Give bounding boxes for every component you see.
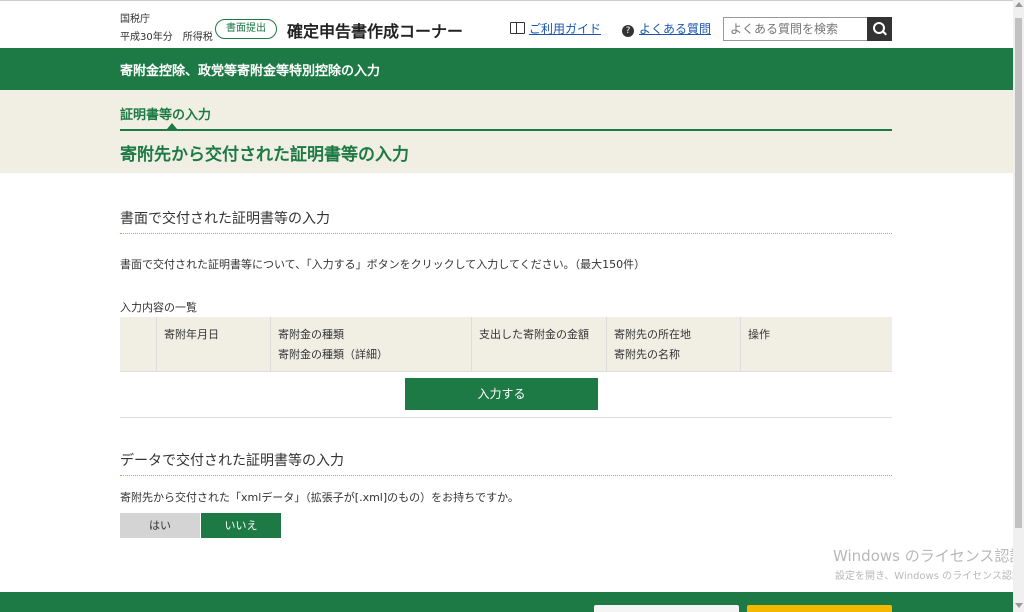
section-separator	[120, 417, 892, 418]
step-underline	[120, 129, 892, 131]
table-header-recipient: 寄附先の所在地 寄附先の名称	[606, 317, 740, 371]
footer-back-button[interactable]	[594, 605, 739, 612]
scroll-up-icon[interactable]	[1015, 2, 1023, 7]
table-header-ops: 操作	[740, 317, 892, 371]
step-label: 証明書等の入力	[120, 108, 212, 123]
guide-link[interactable]: ご利用ガイド	[510, 20, 601, 37]
book-icon	[510, 22, 525, 34]
section-banner-title: 寄附金控除、政党等寄附金等特別控除の入力	[120, 64, 381, 79]
top-header: 国税庁 平成30年分 所得税 書面提出 確定申告書作成コーナー ご利用ガイド ?…	[0, 0, 1013, 49]
section-divider	[120, 475, 892, 476]
guide-link-label: ご利用ガイド	[529, 22, 602, 36]
section-divider	[120, 233, 892, 234]
scroll-thumb[interactable]	[1015, 18, 1022, 528]
xml-data-question: 寄附先から交付された「xmlデータ」（拡張子が[.xml]のもの）をお持ちですか…	[120, 491, 519, 504]
faq-search-input[interactable]	[723, 17, 873, 41]
no-toggle-button[interactable]: いいえ	[201, 513, 281, 538]
data-section-title: データで交付された証明書等の入力	[120, 453, 344, 469]
section-banner: 寄附金控除、政党等寄附金等特別控除の入力	[0, 48, 1013, 90]
site-title: 確定申告書作成コーナー	[287, 22, 464, 41]
tax-year: 平成30年分 所得税	[120, 32, 213, 43]
activation-watermark-title: Windows のライセンス認証	[833, 547, 1024, 565]
faq-link[interactable]: ? よくある質問	[622, 20, 711, 37]
scroll-down-icon[interactable]	[1015, 603, 1023, 608]
agency-name: 国税庁	[120, 14, 150, 25]
table-header-type: 寄附金の種類 寄附金の種類（詳細）	[270, 317, 471, 371]
step-header: 証明書等の入力 寄附先から交付された証明書等の入力	[0, 90, 1013, 173]
activation-watermark-text: 設定を開き、Windows のライセンス認証を	[835, 571, 1024, 582]
search-button[interactable]	[867, 17, 892, 41]
page-title: 寄附先から交付された証明書等の入力	[120, 145, 409, 165]
table-header-blank	[120, 317, 156, 371]
table-header-date: 寄附年月日	[156, 317, 270, 371]
table-header-amount: 支出した寄附金の金額	[471, 317, 606, 371]
list-caption: 入力内容の一覧	[120, 301, 197, 314]
yes-toggle-button[interactable]: はい	[120, 513, 200, 538]
paper-section-title: 書面で交付された証明書等の入力	[120, 211, 330, 227]
question-icon: ?	[622, 25, 634, 37]
paper-section-description: 書面で交付された証明書等について、「入力する」ボタンをクリックして入力してくださ…	[120, 258, 646, 271]
vertical-scrollbar[interactable]	[1013, 0, 1024, 612]
entry-list-table: 寄附年月日 寄附金の種類 寄附金の種類（詳細） 支出した寄附金の金額 寄附先の所…	[120, 317, 892, 372]
submit-method-badge: 書面提出	[215, 19, 277, 39]
input-entry-button[interactable]: 入力する	[405, 378, 598, 410]
faq-link-label: よくある質問	[639, 22, 712, 36]
footer-next-button[interactable]	[747, 605, 892, 612]
